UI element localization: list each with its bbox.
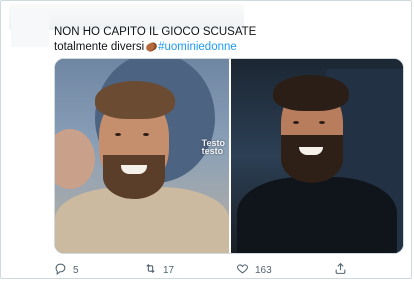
- reply-icon: [54, 262, 67, 278]
- watermark-line-2: testo: [201, 146, 224, 156]
- like-button[interactable]: 163: [236, 262, 272, 278]
- eye: [319, 121, 325, 124]
- eye: [115, 133, 121, 136]
- smile: [121, 165, 147, 174]
- avatar[interactable]: [11, 9, 49, 47]
- hashtag-link[interactable]: #uominiedonne: [158, 41, 237, 53]
- watermark: Testo testo: [201, 139, 225, 156]
- like-count: 163: [255, 264, 272, 276]
- retweet-button[interactable]: 17: [144, 262, 174, 278]
- eye: [293, 121, 299, 124]
- tweet-actions: 5 17 163: [54, 262, 354, 276]
- heart-icon: [236, 262, 249, 278]
- right-photo[interactable]: [231, 59, 403, 253]
- reply-button[interactable]: 5: [54, 262, 79, 278]
- share-icon: [334, 262, 347, 278]
- eye: [143, 133, 149, 136]
- potato-emoji-icon: [144, 41, 159, 53]
- share-button[interactable]: [334, 262, 347, 278]
- hair: [95, 81, 175, 119]
- tweet-card: NON HO CAPITO IL GIOCO SCUSATE totalment…: [0, 0, 412, 279]
- background-person: [55, 129, 95, 189]
- tweet-text-line-2: totalmente diversi #uominiedonne: [54, 40, 374, 55]
- beard: [103, 155, 165, 199]
- left-photo[interactable]: Testo testo: [55, 59, 229, 253]
- retweet-count: 17: [163, 264, 175, 276]
- tweet-text: NON HO CAPITO IL GIOCO SCUSATE totalment…: [54, 25, 374, 55]
- shirt: [237, 177, 397, 253]
- reply-count: 5: [73, 264, 79, 276]
- retweet-icon: [144, 262, 157, 278]
- media-grid[interactable]: Testo testo: [54, 58, 404, 254]
- hair: [273, 75, 349, 111]
- tweet-text-prefix: totalmente diversi: [54, 41, 145, 53]
- tweet-text-line-1: NON HO CAPITO IL GIOCO SCUSATE: [54, 26, 257, 38]
- beard: [281, 135, 343, 183]
